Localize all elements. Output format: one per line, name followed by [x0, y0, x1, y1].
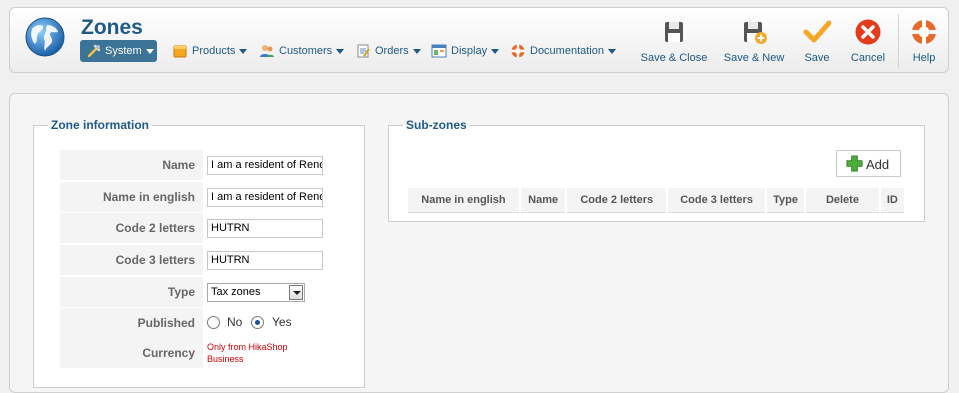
chevron-down-icon: [608, 48, 616, 54]
add-subzone-button[interactable]: Add: [836, 150, 901, 177]
cancel-label: Cancel: [850, 52, 886, 64]
type-select[interactable]: Tax zones: [207, 283, 305, 302]
column-code3[interactable]: Code 3 letters: [668, 188, 765, 213]
column-name[interactable]: Name: [520, 188, 566, 213]
published-yes-label[interactable]: Yes: [272, 315, 292, 329]
type-select-value: Tax zones: [211, 286, 261, 298]
type-label: Type: [60, 277, 203, 307]
floppy-disk-icon: [665, 22, 683, 42]
published-no-label[interactable]: No: [227, 315, 242, 329]
chevron-down-icon: [412, 48, 421, 54]
table-header-row: Name in english Name Code 2 letters Code…: [408, 188, 904, 213]
products-box-icon: [173, 45, 187, 58]
cancel-button[interactable]: Cancel: [845, 18, 891, 66]
column-delete[interactable]: Delete: [806, 188, 879, 213]
add-label: Add: [866, 157, 890, 172]
plus-icon: [846, 155, 863, 172]
sub-zones-table: Name in english Name Code 2 letters Code…: [406, 188, 906, 213]
help-button[interactable]: Help: [908, 18, 940, 66]
lifebuoy-icon: [912, 20, 936, 44]
chevron-down-icon: [336, 48, 345, 54]
menu-products-label: Products: [192, 45, 236, 57]
menu-display[interactable]: Display: [431, 40, 500, 62]
column-name-english[interactable]: Name in english: [408, 188, 519, 213]
menu-documentation[interactable]: Documentation: [510, 40, 618, 62]
name-english-row: Name in english I am a resident of Reno: [60, 182, 326, 212]
sub-zones-legend: Sub-zones: [406, 118, 467, 132]
help-label: Help: [912, 52, 936, 64]
save-button[interactable]: Save: [798, 18, 836, 66]
code3-input[interactable]: HUTRN: [207, 251, 323, 270]
chevron-down-icon[interactable]: [289, 285, 303, 300]
main-panel: Zone information Name I am a resident of…: [9, 93, 949, 393]
menu-orders[interactable]: Orders: [355, 40, 423, 62]
menu-system-label: System: [105, 45, 142, 57]
name-input[interactable]: I am a resident of Reno: [207, 156, 323, 175]
published-row: Published No Yes: [60, 308, 326, 338]
published-label: Published: [60, 308, 203, 338]
currency-note: Only from HikaShop Business: [207, 342, 288, 364]
lifebuoy-icon: [511, 44, 525, 58]
name-row: Name I am a resident of Reno: [60, 150, 326, 180]
save-new-label: Save & New: [723, 52, 785, 64]
save-close-label: Save & Close: [640, 52, 708, 64]
currency-row: Currency Only from HikaShop Business: [60, 338, 326, 368]
code3-row: Code 3 letters HUTRN: [60, 245, 326, 275]
display-icon: [431, 44, 447, 58]
column-type[interactable]: Type: [766, 188, 805, 213]
published-yes-radio[interactable]: [251, 316, 264, 329]
menu-orders-label: Orders: [375, 45, 409, 57]
tools-icon: [87, 44, 101, 58]
chevron-down-icon: [145, 48, 154, 54]
toolbar: Zones System Products Customers Orders D…: [9, 7, 949, 73]
floppy-disk-plus-icon: [744, 22, 767, 44]
name-english-label: Name in english: [60, 182, 203, 212]
code2-label: Code 2 letters: [60, 213, 203, 243]
save-label: Save: [804, 52, 830, 64]
chevron-down-icon: [491, 48, 500, 54]
code2-row: Code 2 letters HUTRN: [60, 213, 326, 243]
published-no-radio[interactable]: [207, 316, 220, 329]
currency-label: Currency: [60, 338, 203, 368]
toolbar-divider: [898, 14, 899, 68]
sub-zones-fieldset: Sub-zones Add Name in english Name Code …: [388, 118, 925, 222]
checkmark-icon: [803, 20, 831, 43]
menu-products[interactable]: Products: [172, 40, 250, 62]
type-row: Type Tax zones: [60, 277, 326, 307]
page-title: Zones: [81, 16, 143, 39]
orders-icon: [357, 44, 370, 58]
code3-label: Code 3 letters: [60, 245, 203, 275]
customers-icon: [260, 45, 274, 57]
save-new-button[interactable]: Save & New: [719, 18, 789, 66]
menu-documentation-label: Documentation: [530, 45, 604, 57]
name-english-input[interactable]: I am a resident of Reno: [207, 188, 323, 207]
zone-information-legend: Zone information: [51, 118, 149, 132]
menu-display-label: Display: [451, 45, 488, 57]
menu-system[interactable]: System: [80, 40, 157, 62]
globe-icon: [25, 17, 65, 57]
column-code2[interactable]: Code 2 letters: [567, 188, 667, 213]
chevron-down-icon: [239, 48, 248, 54]
menu-customers[interactable]: Customers: [259, 40, 346, 62]
cancel-icon: [855, 19, 881, 45]
zone-information-fieldset: Zone information Name I am a resident of…: [33, 118, 365, 388]
column-id[interactable]: ID: [880, 188, 904, 213]
save-close-button[interactable]: Save & Close: [636, 18, 712, 66]
menu-customers-label: Customers: [279, 45, 333, 57]
code2-input[interactable]: HUTRN: [207, 219, 323, 238]
name-label: Name: [60, 150, 203, 180]
